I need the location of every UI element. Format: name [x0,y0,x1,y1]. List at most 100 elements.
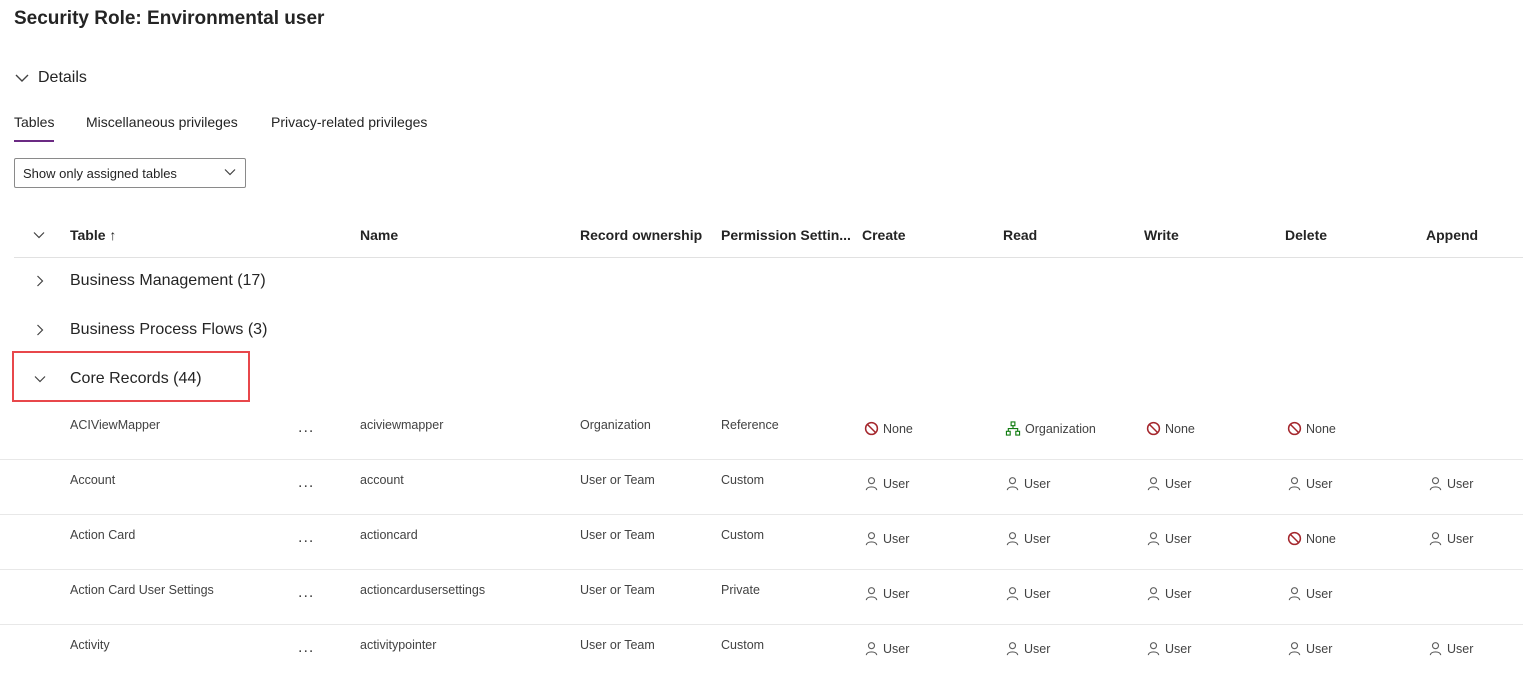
none-icon [864,421,879,436]
row-write-privilege[interactable]: User [1146,641,1191,656]
organization-icon [1005,421,1021,436]
highlight-box [12,351,250,402]
privilege-label: None [1306,421,1336,436]
row-divider [0,624,1523,625]
privilege-label: None [1306,531,1336,546]
user-icon [1428,641,1443,656]
privilege-label: User [1165,586,1192,601]
column-header-record-ownership[interactable]: Record ownership [580,227,702,243]
privilege-label: User [1024,531,1051,546]
user-icon [1146,586,1161,601]
row-table-cell: ACIViewMapper [70,418,161,432]
row-more-button[interactable]: ... [298,419,314,437]
privilege-label: User [883,586,910,601]
row-append-privilege[interactable]: User [1428,476,1473,491]
column-header-permission-settings[interactable]: Permission Settin... [721,227,851,243]
column-header-delete[interactable]: Delete [1285,227,1327,243]
user-icon [1005,641,1020,656]
user-icon [864,531,879,546]
row-ownership-cell: User or Team [580,473,655,487]
none-icon [1287,421,1302,436]
column-header-table[interactable]: Table ↑ [70,227,116,243]
privilege-label: User [1165,641,1192,656]
row-read-privilege[interactable]: User [1005,476,1050,491]
row-write-privilege[interactable]: None [1146,421,1195,436]
row-delete-privilege[interactable]: None [1287,421,1336,436]
privilege-label: User [883,641,910,656]
row-create-privilege[interactable]: None [864,421,913,436]
row-name-cell: account [360,473,404,487]
user-icon [1287,476,1302,491]
row-more-button[interactable]: ... [298,474,314,492]
tab-privacy-related-privileges[interactable]: Privacy-related privileges [271,114,427,140]
row-write-privilege[interactable]: User [1146,476,1191,491]
row-write-privilege[interactable]: User [1146,531,1191,546]
row-write-privilege[interactable]: User [1146,586,1191,601]
column-header-create[interactable]: Create [862,227,906,243]
row-ownership-cell: Organization [580,418,651,432]
row-permission-setting-cell: Custom [721,473,765,487]
row-name-cell: actioncard [360,528,418,542]
privilege-label: User [1024,586,1051,601]
row-read-privilege[interactable]: User [1005,641,1050,656]
table-filter-dropdown[interactable]: Show only assigned tables [14,158,246,188]
privilege-label: User [1447,641,1474,656]
privilege-label: User [1165,531,1192,546]
group-business-management[interactable]: Business Management (17) [28,272,266,290]
row-ownership-cell: User or Team [580,638,655,652]
column-header-write[interactable]: Write [1144,227,1179,243]
row-divider [0,459,1523,460]
row-delete-privilege[interactable]: User [1287,476,1332,491]
column-header-name[interactable]: Name [360,227,398,243]
column-header-read[interactable]: Read [1003,227,1037,243]
row-create-privilege[interactable]: User [864,476,909,491]
row-create-privilege[interactable]: User [864,531,909,546]
row-ownership-cell: User or Team [580,528,655,542]
privilege-label: User [1306,586,1333,601]
none-icon [1287,531,1302,546]
collapse-all-toggle[interactable] [32,228,46,247]
group-label: Business Process Flows (3) [70,321,268,338]
row-read-privilege[interactable]: Organization [1005,421,1096,436]
privilege-label: User [1447,476,1474,491]
privilege-label: User [1306,641,1333,656]
user-icon [1005,476,1020,491]
page-title: Security Role: Environmental user [14,8,325,29]
tab-miscellaneous-privileges[interactable]: Miscellaneous privileges [86,114,238,140]
privilege-label: Organization [1025,421,1096,436]
row-delete-privilege[interactable]: None [1287,531,1336,546]
user-icon [1287,586,1302,601]
details-label: Details [38,69,87,86]
user-icon [1428,476,1443,491]
privilege-label: None [1165,421,1195,436]
row-permission-setting-cell: Custom [721,528,765,542]
group-business-process-flows[interactable]: Business Process Flows (3) [28,321,267,339]
chevron-down-icon [14,70,30,86]
row-name-cell: aciviewmapper [360,418,444,432]
row-create-privilege[interactable]: User [864,586,909,601]
row-append-privilege[interactable]: User [1428,531,1473,546]
row-read-privilege[interactable]: User [1005,586,1050,601]
column-header-append[interactable]: Append [1426,227,1478,243]
row-table-cell: Activity [70,638,110,652]
user-icon [864,476,879,491]
chevron-right-icon [28,274,52,288]
row-more-button[interactable]: ... [298,639,314,657]
row-append-privilege[interactable]: User [1428,641,1473,656]
row-permission-setting-cell: Reference [721,418,779,432]
row-create-privilege[interactable]: User [864,641,909,656]
privilege-label: User [883,476,910,491]
user-icon [1287,641,1302,656]
details-section-toggle[interactable]: Details [14,69,87,87]
row-more-button[interactable]: ... [298,584,314,602]
user-icon [1146,641,1161,656]
user-icon [1428,531,1443,546]
chevron-down-icon [223,165,237,182]
tab-tables[interactable]: Tables [14,114,55,142]
user-icon [864,586,879,601]
row-read-privilege[interactable]: User [1005,531,1050,546]
row-delete-privilege[interactable]: User [1287,641,1332,656]
row-delete-privilege[interactable]: User [1287,586,1332,601]
row-more-button[interactable]: ... [298,529,314,547]
row-ownership-cell: User or Team [580,583,655,597]
